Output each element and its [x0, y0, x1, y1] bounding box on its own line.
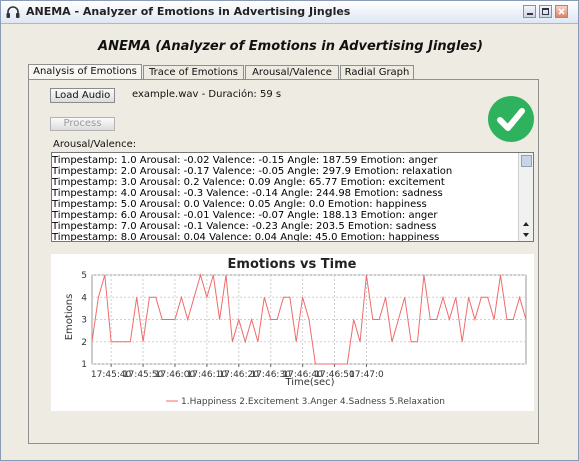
- log-line: Timpestamp: 8.0 Arousal: 0.04 Valence: 0…: [52, 232, 440, 242]
- checkmark-icon: [497, 108, 525, 131]
- close-icon: [558, 8, 565, 15]
- tab-trace-of-emotions[interactable]: Trace of Emotions: [143, 65, 244, 79]
- chart-title: Emotions vs Time: [228, 257, 357, 272]
- close-button[interactable]: [555, 5, 568, 18]
- log-line: Timpestamp: 2.0 Arousal: -0.17 Valence: …: [52, 166, 453, 177]
- maximize-icon: [542, 8, 549, 15]
- log-line: Timpestamp: 1.0 Arousal: -0.02 Valence: …: [52, 155, 438, 166]
- minimize-button[interactable]: [523, 5, 536, 18]
- window-title: ANEMA - Analyzer of Emotions in Advertis…: [26, 5, 351, 18]
- scroll-down-icon: [523, 233, 529, 237]
- scroll-up-icon: [523, 222, 529, 226]
- title-bar: ANEMA - Analyzer of Emotions in Advertis…: [1, 1, 578, 24]
- log-scrollbar[interactable]: [518, 153, 533, 241]
- log-line: Timpestamp: 3.0 Arousal: 0.2 Valence: 0.…: [52, 177, 445, 188]
- log-line: Timpestamp: 6.0 Arousal: -0.01 Valence: …: [52, 210, 438, 221]
- log-line: Timpestamp: 7.0 Arousal: -0.1 Valence: -…: [52, 221, 437, 232]
- log-text-area[interactable]: Timpestamp: 1.0 Arousal: -0.02 Valence: …: [51, 152, 534, 242]
- process-button[interactable]: Process: [50, 117, 115, 131]
- legend-text: 1.Happiness 2.Excitement 3.Anger 4.Sadne…: [181, 397, 445, 407]
- y-tick-label: 3: [81, 316, 87, 326]
- file-info: example.wav - Duración: 59 s: [132, 89, 282, 100]
- tab-analysis-of-emotions[interactable]: Analysis of Emotions: [28, 64, 142, 80]
- headphones-icon: [6, 6, 20, 18]
- y-axis-label: Emotions: [64, 294, 75, 341]
- y-tick-label: 2: [81, 338, 87, 348]
- y-tick-label: 1: [81, 360, 87, 370]
- log-line: Timpestamp: 4.0 Arousal: -0.3 Valence: -…: [52, 188, 443, 199]
- app-window: ANEMA - Analyzer of Emotions in Advertis…: [0, 0, 579, 461]
- x-tick-label: 17:47:0: [349, 370, 384, 380]
- emotions-chart: Emotions vs Time Emotions Time(sec) 1.Ha…: [51, 254, 534, 411]
- y-tick-label: 4: [81, 293, 87, 303]
- status-check-badge: [488, 96, 534, 142]
- section-label-arousal-valence: Arousal/Valence:: [53, 139, 137, 150]
- page-title: ANEMA (Analyzer of Emotions in Advertisi…: [98, 39, 483, 54]
- log-line: Timpestamp: 5.0 Arousal: 0.0 Valence: 0.…: [52, 199, 427, 210]
- load-audio-button[interactable]: Load Audio: [50, 88, 115, 103]
- chart-legend: 1.Happiness 2.Excitement 3.Anger 4.Sadne…: [166, 397, 445, 407]
- tab-radial-graph[interactable]: Radial Graph: [340, 65, 414, 79]
- y-tick-label: 5: [81, 271, 87, 281]
- maximize-button[interactable]: [539, 5, 552, 18]
- tab-arousal-valence[interactable]: Arousal/Valence: [245, 65, 339, 79]
- minimize-icon: [527, 13, 533, 15]
- scroll-thumb[interactable]: [521, 155, 532, 167]
